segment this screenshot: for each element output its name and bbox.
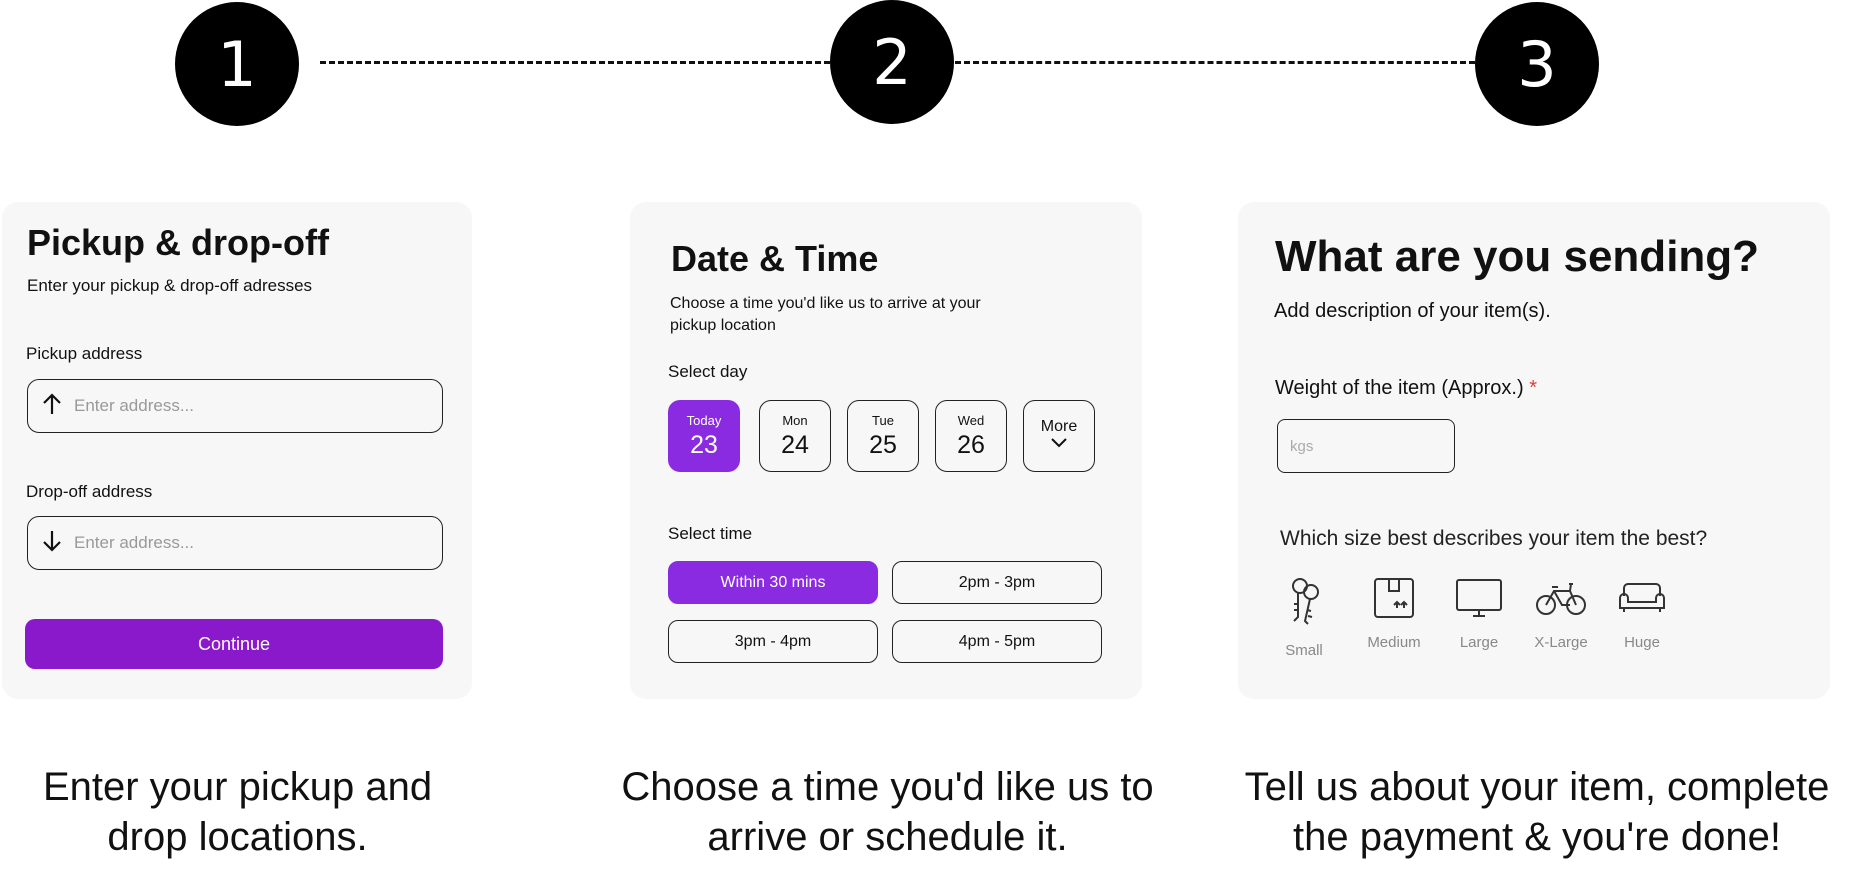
sofa-icon xyxy=(1612,576,1672,620)
day-name: Wed xyxy=(957,412,985,428)
pickup-label: Pickup address xyxy=(26,344,143,363)
card-title: What are you sending? xyxy=(1275,232,1760,281)
day-name: Mon xyxy=(782,412,808,428)
chevron-down-icon xyxy=(1050,436,1068,454)
more-label: More xyxy=(1040,418,1078,435)
day-date: 26 xyxy=(957,430,985,459)
time-slot-4pm-5pm[interactable]: 4pm - 5pm xyxy=(892,620,1102,663)
step-3-circle: 3 xyxy=(1475,2,1599,126)
weight-input[interactable]: kgs xyxy=(1277,419,1455,473)
size-label: X-Large xyxy=(1534,634,1588,651)
continue-button[interactable]: Continue xyxy=(25,619,443,669)
step-1-caption: Enter your pickup and drop locations. xyxy=(42,765,433,859)
required-marker: * xyxy=(1529,377,1537,399)
step-3-caption: Tell us about your item, complete the pa… xyxy=(1244,765,1830,859)
keys-icon xyxy=(1274,576,1334,628)
day-option-today[interactable]: Today 23 xyxy=(668,400,740,472)
size-label: Medium xyxy=(1367,634,1421,651)
day-date: 25 xyxy=(869,430,897,459)
time-slot-3pm-4pm[interactable]: 3pm - 4pm xyxy=(668,620,878,663)
card-subtitle: Choose a time you'd like us to arrive at… xyxy=(670,295,981,334)
card-title: Date & Time xyxy=(671,238,879,279)
select-time-label: Select time xyxy=(668,524,753,543)
arrow-down-icon xyxy=(42,530,62,557)
day-option-mon[interactable]: Mon 24 xyxy=(759,400,831,472)
step-1-circle: 1 xyxy=(175,2,299,126)
more-days-button[interactable]: More xyxy=(1023,400,1095,472)
size-question: Which size best describes your item the … xyxy=(1280,527,1708,550)
weight-placeholder: kgs xyxy=(1290,437,1314,455)
day-date: 24 xyxy=(781,430,809,459)
dropoff-placeholder: Enter address... xyxy=(74,533,195,552)
step-2-caption: Choose a time you'd like us to arrive or… xyxy=(621,765,1154,859)
size-option-x-large[interactable]: X-Large xyxy=(1531,576,1591,651)
bicycle-icon xyxy=(1531,576,1591,620)
tv-icon xyxy=(1449,576,1509,620)
size-label: Small xyxy=(1285,642,1323,659)
size-option-large[interactable]: Large xyxy=(1449,576,1509,651)
select-day-label: Select day xyxy=(668,362,748,381)
pickup-card: Pickup & drop-off Enter your pickup & dr… xyxy=(2,202,472,699)
dropoff-label: Drop-off address xyxy=(26,482,153,501)
step-connector xyxy=(320,61,830,64)
size-label: Large xyxy=(1459,634,1499,651)
card-title: Pickup & drop-off xyxy=(27,222,329,263)
arrow-up-icon xyxy=(42,392,62,420)
pickup-placeholder: Enter address... xyxy=(74,396,195,415)
time-slot-2pm-3pm[interactable]: 2pm - 3pm xyxy=(892,561,1102,604)
card-subtitle: Enter your pickup & drop-off adresses xyxy=(27,276,313,295)
pickup-address-input[interactable]: Enter address... xyxy=(27,379,443,433)
day-date: 23 xyxy=(690,430,718,459)
day-name: Tue xyxy=(872,412,894,428)
dropoff-address-input[interactable]: Enter address... xyxy=(27,516,443,570)
time-slot-within-30-mins[interactable]: Within 30 mins xyxy=(668,561,878,604)
size-option-huge[interactable]: Huge xyxy=(1612,576,1672,651)
box-icon xyxy=(1364,576,1424,620)
size-option-small[interactable]: Small xyxy=(1274,576,1334,659)
day-name: Today xyxy=(686,412,722,428)
weight-label-text: Weight of the item (Approx.) xyxy=(1275,377,1524,399)
size-option-medium[interactable]: Medium xyxy=(1364,576,1424,651)
day-option-tue[interactable]: Tue 25 xyxy=(847,400,919,472)
step-connector xyxy=(955,61,1475,64)
weight-label: Weight of the item (Approx.) * xyxy=(1275,377,1537,400)
card-subtitle: Add description of your item(s). xyxy=(1274,300,1551,322)
step-2-circle: 2 xyxy=(830,0,954,124)
size-label: Huge xyxy=(1624,634,1660,651)
day-option-wed[interactable]: Wed 26 xyxy=(935,400,1007,472)
